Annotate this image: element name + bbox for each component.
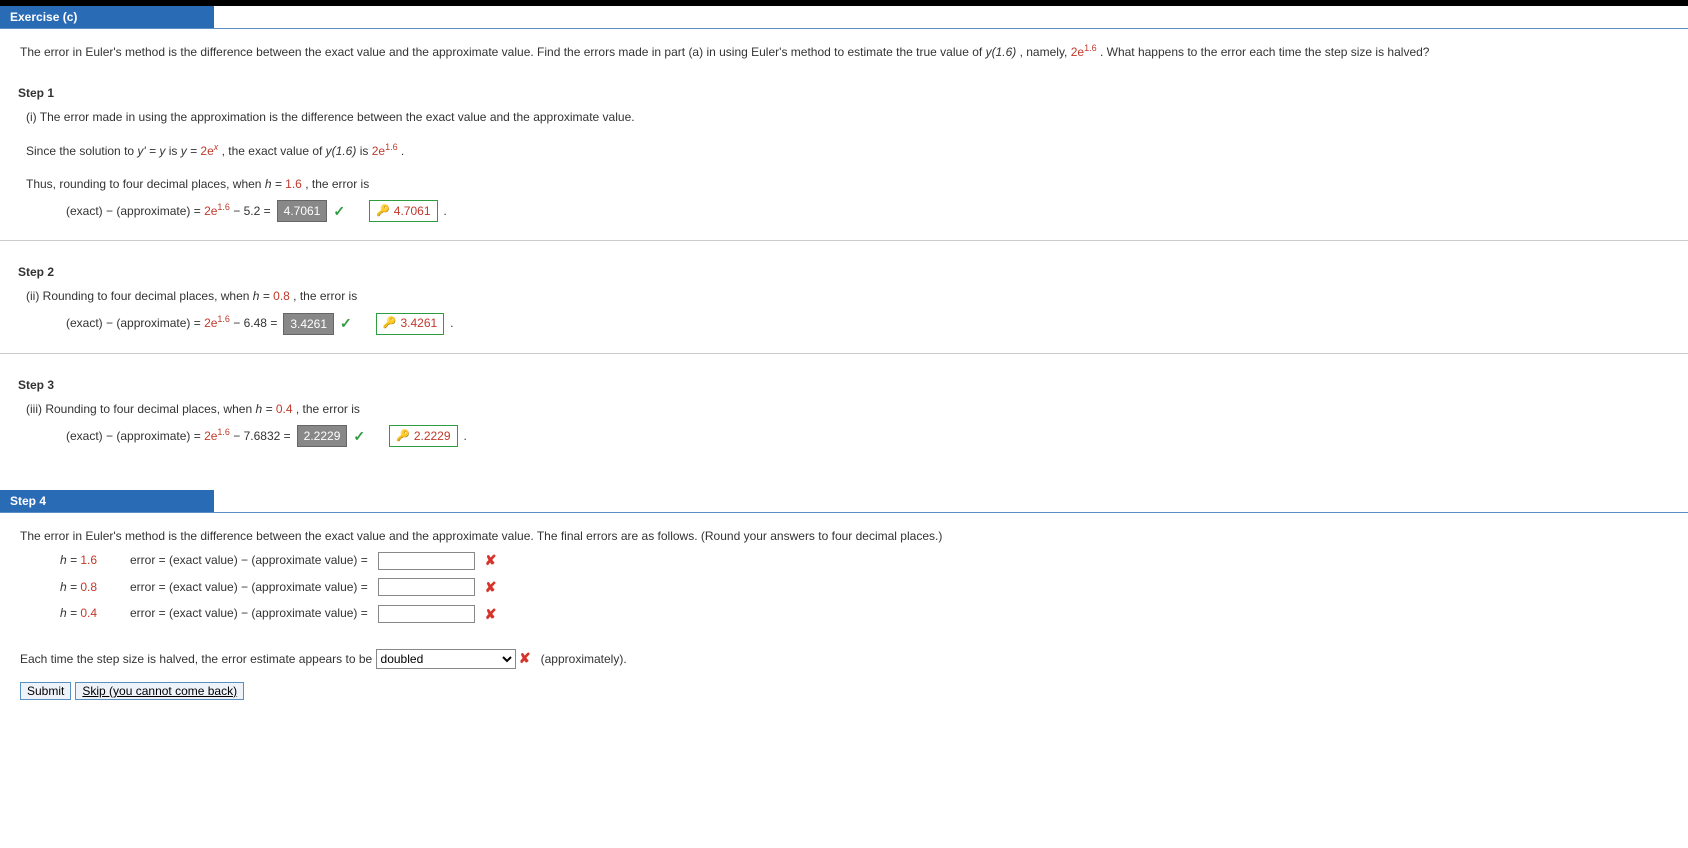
check-icon: ✓ bbox=[333, 196, 345, 227]
h-cell: h = 0.4 bbox=[60, 602, 120, 625]
step2-hint-box[interactable]: 🔑 3.4261 bbox=[376, 313, 444, 335]
step4-table: h = 1.6 error = (exact value) − (approxi… bbox=[60, 547, 1668, 627]
divider bbox=[0, 353, 1688, 354]
step1-hint-value: 4.7061 bbox=[394, 198, 431, 224]
skip-button[interactable]: Skip (you cannot come back) bbox=[75, 682, 244, 700]
check-icon: ✓ bbox=[340, 308, 352, 339]
step2-equation: (exact) − (approximate) = 2e1.6 − 6.48 =… bbox=[66, 308, 1668, 339]
key-icon: 🔑 bbox=[396, 424, 410, 448]
step2-answer-box[interactable]: 3.4261 bbox=[283, 313, 334, 335]
step1-line2: Since the solution to y' = y is y = 2ex … bbox=[26, 139, 1668, 163]
period: . bbox=[464, 423, 467, 449]
check-icon: ✓ bbox=[353, 421, 365, 452]
prompt-text: , namely, bbox=[1020, 45, 1071, 59]
x-icon: ✘ bbox=[485, 574, 497, 601]
step1-hint-box[interactable]: 🔑 4.7061 bbox=[369, 200, 437, 222]
step4-header-row: Step 4 bbox=[0, 490, 1688, 513]
divider bbox=[0, 240, 1688, 241]
submit-button[interactable]: Submit bbox=[20, 682, 71, 700]
step1-title: Step 1 bbox=[18, 86, 1668, 100]
error-label: error = (exact value) − (approximate val… bbox=[130, 576, 368, 599]
step1-body: (i) The error made in using the approxim… bbox=[26, 106, 1668, 226]
step3-line1: (iii) Rounding to four decimal places, w… bbox=[26, 398, 1668, 421]
prompt-y16: y(1.6) bbox=[986, 45, 1017, 59]
step3-hint-value: 2.2229 bbox=[414, 423, 451, 449]
x-icon: ✘ bbox=[485, 547, 497, 574]
error-behavior-select[interactable]: doubled bbox=[376, 649, 516, 669]
step2-title: Step 2 bbox=[18, 265, 1668, 279]
step3-answer-box[interactable]: 2.2229 bbox=[297, 425, 348, 447]
exercise-content: The error in Euler's method is the diffe… bbox=[0, 29, 1688, 460]
x-icon: ✘ bbox=[519, 650, 531, 666]
step4-final-line: Each time the step size is halved, the e… bbox=[20, 645, 1668, 672]
period: . bbox=[450, 310, 453, 336]
step1-line1: (i) The error made in using the approxim… bbox=[26, 106, 1668, 129]
step2-body: (ii) Rounding to four decimal places, wh… bbox=[26, 285, 1668, 339]
x-icon: ✘ bbox=[485, 601, 497, 628]
step3-equation: (exact) − (approximate) = 2e1.6 − 7.6832… bbox=[66, 421, 1668, 452]
step3-hint-box[interactable]: 🔑 2.2229 bbox=[389, 425, 457, 447]
step3-body: (iii) Rounding to four decimal places, w… bbox=[26, 398, 1668, 452]
step3-title: Step 3 bbox=[18, 378, 1668, 392]
error-input-1[interactable] bbox=[378, 552, 475, 570]
step2-hint-value: 3.4261 bbox=[400, 310, 437, 336]
step4-tab: Step 4 bbox=[0, 490, 215, 512]
exercise-header-row: Exercise (c) bbox=[0, 6, 1688, 29]
step2-line1: (ii) Rounding to four decimal places, wh… bbox=[26, 285, 1668, 308]
period: . bbox=[444, 198, 447, 224]
prompt-2e: 2e1.6 bbox=[1071, 45, 1097, 59]
key-icon: 🔑 bbox=[383, 311, 397, 335]
button-row: Submit Skip (you cannot come back) bbox=[20, 682, 1668, 700]
step1-equation: (exact) − (approximate) = 2e1.6 − 5.2 = … bbox=[66, 196, 1668, 227]
prompt-text: The error in Euler's method is the diffe… bbox=[20, 45, 986, 59]
h-cell: h = 1.6 bbox=[60, 549, 120, 572]
step1-answer-box[interactable]: 4.7061 bbox=[277, 200, 328, 222]
step4-content: The error in Euler's method is the diffe… bbox=[0, 513, 1688, 708]
prompt-text: . What happens to the error each time th… bbox=[1100, 45, 1430, 59]
table-row: h = 0.4 error = (exact value) − (approxi… bbox=[60, 601, 1668, 628]
step4-intro: The error in Euler's method is the diffe… bbox=[20, 525, 1668, 548]
h-cell: h = 0.8 bbox=[60, 576, 120, 599]
exercise-prompt: The error in Euler's method is the diffe… bbox=[20, 41, 1668, 62]
exercise-tab: Exercise (c) bbox=[0, 6, 215, 28]
table-row: h = 0.8 error = (exact value) − (approxi… bbox=[60, 574, 1668, 601]
key-icon: 🔑 bbox=[376, 199, 390, 223]
error-label: error = (exact value) − (approximate val… bbox=[130, 549, 368, 572]
step1-line3: Thus, rounding to four decimal places, w… bbox=[26, 173, 1668, 196]
table-row: h = 1.6 error = (exact value) − (approxi… bbox=[60, 547, 1668, 574]
error-label: error = (exact value) − (approximate val… bbox=[130, 602, 368, 625]
error-input-2[interactable] bbox=[378, 578, 475, 596]
error-input-3[interactable] bbox=[378, 605, 475, 623]
